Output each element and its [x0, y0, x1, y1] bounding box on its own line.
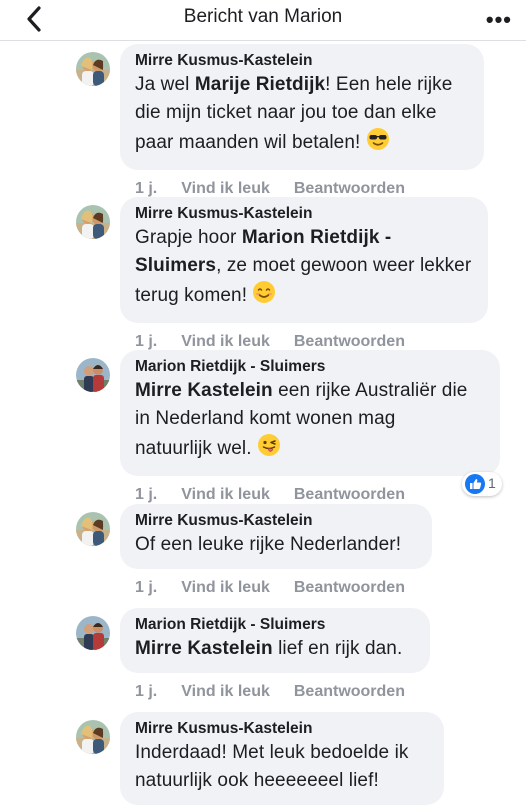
comment-author[interactable]: Marion Rietdijk - Sluimers: [135, 357, 485, 377]
like-link[interactable]: Vind ik leuk: [181, 486, 270, 503]
mention-link[interactable]: Mirre Kastelein: [135, 380, 273, 401]
comment-text: Grapje hoor Marion Rietdijk - Sluimers, z…: [135, 224, 473, 313]
comment-text: Mirre Kastelein een rijke Australiër die…: [135, 377, 485, 466]
avatar[interactable]: [76, 616, 110, 650]
text-segment: Grapje hoor: [135, 227, 242, 248]
thumbs-up-icon: [465, 474, 485, 494]
comment-actions: 1 j. Vind ik leuk Beantwoorden: [135, 683, 429, 701]
comment-text-line: in Nederland komt wonen mag: [135, 405, 485, 433]
text-segment: Inderdaad! Met leuk bedoelde ik: [135, 742, 409, 763]
comment-text-line: Mirre Kastelein een rijke Australiër die: [135, 377, 485, 405]
text-segment: lief en rijk dan.: [272, 638, 403, 659]
reaction-count: 1: [488, 475, 496, 491]
avatar[interactable]: [76, 512, 110, 546]
reply-link[interactable]: Beantwoorden: [294, 486, 405, 503]
text-segment: een rijke Australiër die: [272, 380, 468, 401]
text-segment: natuurlijk ook heeeeeeel lief!: [135, 770, 379, 791]
comment-timestamp: 1 j.: [135, 683, 158, 700]
comment-text: Of een leuke rijke Nederlander!: [135, 531, 417, 559]
like-link[interactable]: Vind ik leuk: [181, 180, 270, 197]
avatar[interactable]: [76, 720, 110, 754]
comment-actions: 1 j. Vind ik leuk Beantwoorden: [135, 579, 429, 597]
text-segment: , ze moet gewoon weer lekker: [216, 255, 472, 276]
top-bar: Bericht van Marion •••: [0, 0, 526, 41]
comment-bubble[interactable]: Mirre Kusmus-Kastelein Ja wel Marije Riet…: [120, 44, 484, 170]
comment-bubble[interactable]: Mirre Kusmus-Kastelein Of een leuke rijke…: [120, 504, 432, 569]
like-link[interactable]: Vind ik leuk: [181, 683, 270, 700]
text-segment: ! Een hele rijke: [325, 74, 453, 95]
comment-bubble[interactable]: Mirre Kusmus-Kastelein Grapje hoor Marion…: [120, 197, 488, 323]
text-segment: Ja wel: [135, 74, 195, 95]
mention-link[interactable]: Marion Rietdijk -: [242, 227, 392, 248]
comment-text-line: Ja wel Marije Rietdijk! Een hele rijke: [135, 71, 469, 99]
comment-text-line: terug komen!: [135, 280, 473, 313]
text-segment: paar maanden wil betalen!: [135, 132, 366, 153]
comment-text-line: Grapje hoor Marion Rietdijk -: [135, 224, 473, 252]
reply-link[interactable]: Beantwoorden: [294, 180, 405, 197]
comment-bubble[interactable]: Marion Rietdijk - Sluimers Mirre Kastelei…: [120, 350, 500, 476]
avatar[interactable]: [76, 52, 110, 86]
text-segment: die mijn ticket naar jou toe dan elke: [135, 102, 437, 123]
comment-text-line: natuurlijk ook heeeeeeel lief!: [135, 767, 429, 795]
text-segment: in Nederland komt wonen mag: [135, 408, 396, 429]
comment-text-line: natuurlijk wel.: [135, 433, 485, 466]
comment-text-line: Of een leuke rijke Nederlander!: [135, 531, 417, 559]
comment-actions: 1 j. Vind ik leuk Beantwoorden: [135, 486, 429, 504]
comment-author[interactable]: Mirre Kusmus-Kastelein: [135, 204, 473, 224]
reply-link[interactable]: Beantwoorden: [294, 333, 405, 350]
more-options-icon[interactable]: •••: [486, 7, 512, 33]
wink-tongue-emoji-icon: [257, 433, 281, 466]
comment-timestamp: 1 j.: [135, 579, 158, 596]
comment-author[interactable]: Marion Rietdijk - Sluimers: [135, 615, 415, 635]
like-link[interactable]: Vind ik leuk: [181, 579, 270, 596]
comment-timestamp: 1 j.: [135, 180, 158, 197]
comment-actions: 1 j. Vind ik leuk Beantwoorden: [135, 180, 429, 198]
smile-emoji-icon: [252, 280, 276, 313]
comment-bubble[interactable]: Marion Rietdijk - Sluimers Mirre Kastelei…: [120, 608, 430, 673]
comment-text: Ja wel Marije Rietdijk! Een hele rijke di…: [135, 71, 469, 160]
text-segment: natuurlijk wel.: [135, 438, 257, 459]
mention-link[interactable]: Marije Rietdijk: [195, 74, 325, 95]
reply-link[interactable]: Beantwoorden: [294, 683, 405, 700]
comment-text-line: Sluimers, ze moet gewoon weer lekker: [135, 252, 473, 280]
comment-text: Mirre Kastelein lief en rijk dan.: [135, 635, 415, 663]
text-segment: terug komen!: [135, 285, 253, 306]
text-segment: Of een leuke rijke Nederlander!: [135, 534, 402, 555]
comment-text-line: Mirre Kastelein lief en rijk dan.: [135, 635, 415, 663]
reaction-badge[interactable]: 1: [462, 472, 502, 496]
comment-actions: 1 j. Vind ik leuk Beantwoorden: [135, 333, 429, 351]
avatar[interactable]: [76, 205, 110, 239]
comment-author[interactable]: Mirre Kusmus-Kastelein: [135, 51, 469, 71]
comment-author[interactable]: Mirre Kusmus-Kastelein: [135, 511, 417, 531]
mention-link[interactable]: Sluimers: [135, 255, 216, 276]
mention-link[interactable]: Mirre Kastelein: [135, 638, 273, 659]
comment-timestamp: 1 j.: [135, 333, 158, 350]
page-title: Bericht van Marion: [183, 6, 343, 27]
sunglasses-emoji-icon: [366, 127, 390, 160]
comment-bubble[interactable]: Mirre Kusmus-Kastelein Inderdaad! Met leu…: [120, 712, 444, 805]
comment-text-line: Inderdaad! Met leuk bedoelde ik: [135, 739, 429, 767]
avatar[interactable]: [76, 358, 110, 392]
comment-text-line: die mijn ticket naar jou toe dan elke: [135, 99, 469, 127]
comment-author[interactable]: Mirre Kusmus-Kastelein: [135, 719, 429, 739]
comment-text-line: paar maanden wil betalen!: [135, 127, 469, 160]
like-link[interactable]: Vind ik leuk: [181, 333, 270, 350]
reply-link[interactable]: Beantwoorden: [294, 579, 405, 596]
comment-text: Inderdaad! Met leuk bedoelde ik natuurlij…: [135, 739, 429, 795]
comment-timestamp: 1 j.: [135, 486, 158, 503]
